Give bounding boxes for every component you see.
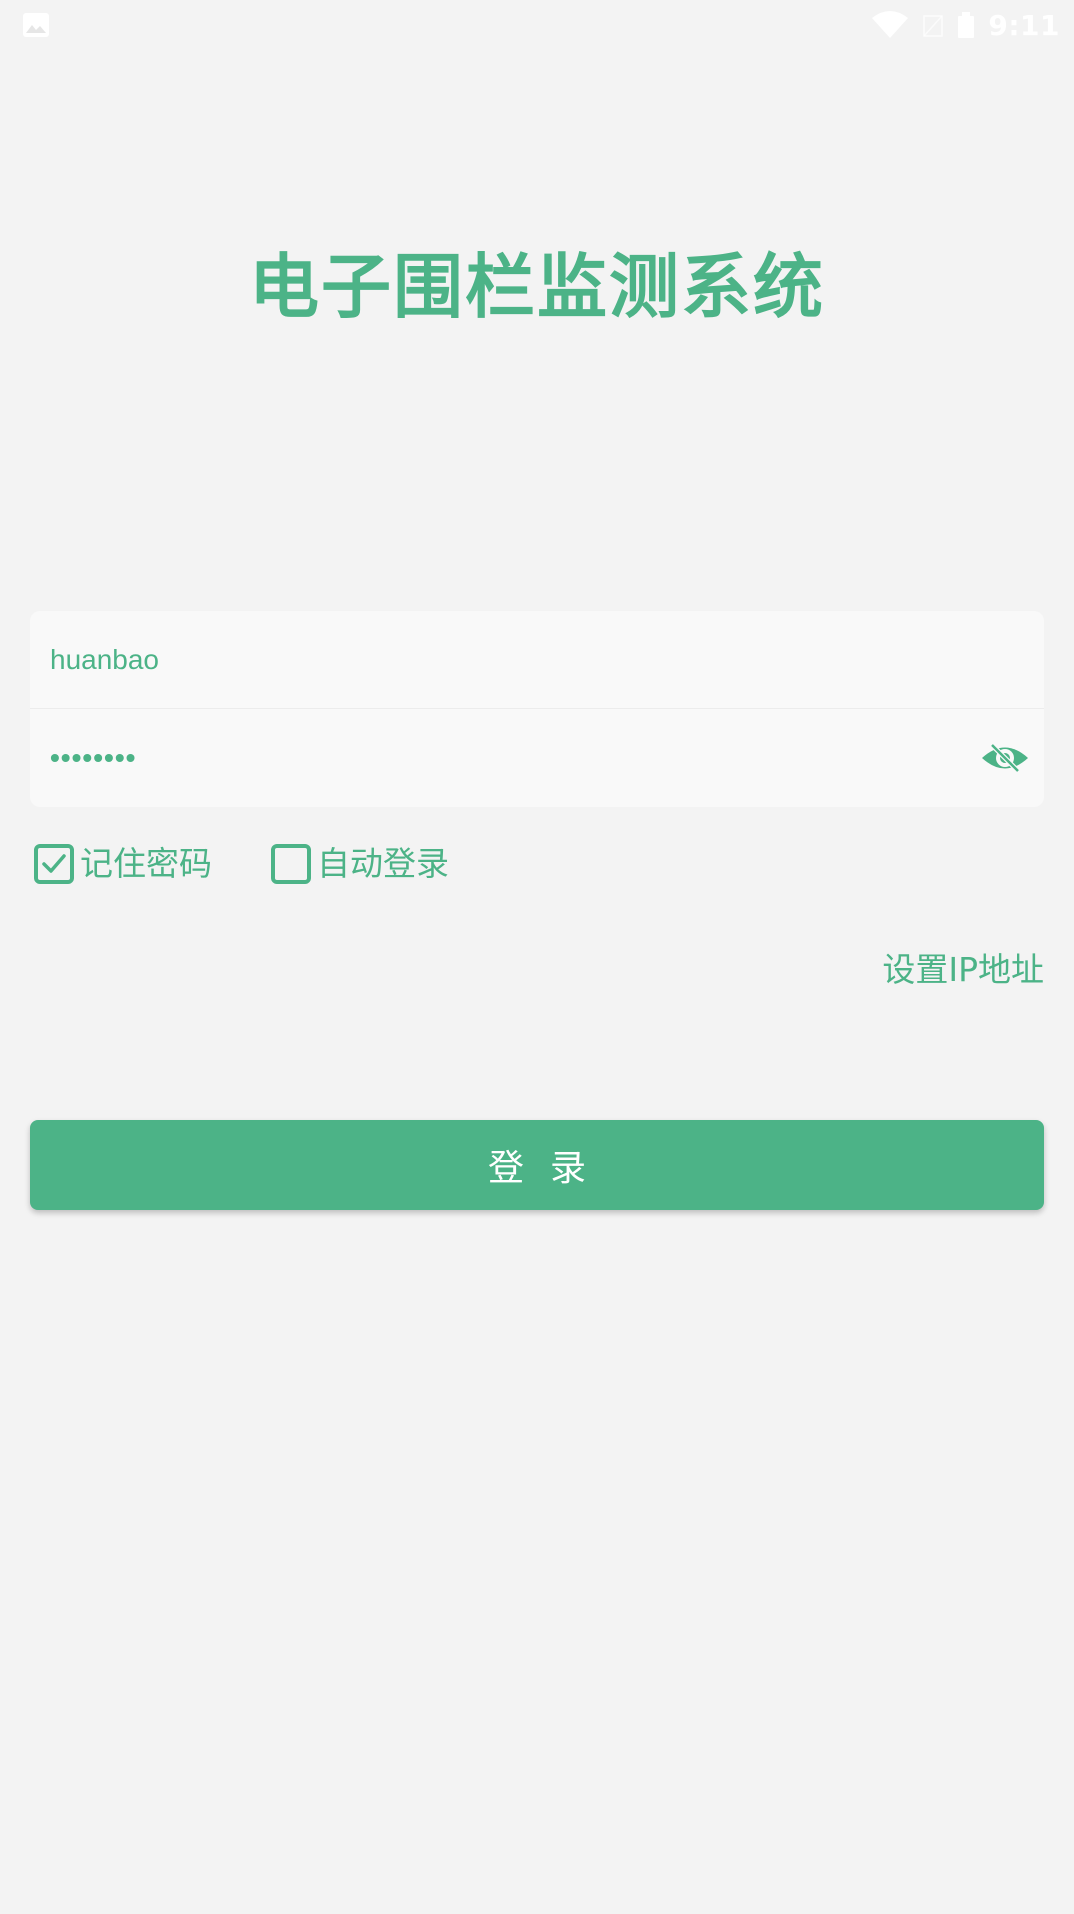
- password-row: ••••••••: [30, 709, 1044, 807]
- no-signal-icon: [923, 15, 944, 37]
- set-ip-link[interactable]: 设置IP地址: [882, 948, 1044, 992]
- auto-login-checkbox[interactable]: [271, 844, 311, 884]
- remember-password-option[interactable]: 记住密码: [34, 842, 212, 886]
- eye-off-icon[interactable]: [980, 735, 1030, 781]
- login-button[interactable]: 登录: [30, 1120, 1044, 1210]
- auto-login-option[interactable]: 自动登录: [271, 842, 449, 886]
- login-card: ••••••••: [30, 611, 1044, 807]
- status-time: 9:11: [988, 8, 1060, 42]
- checkmark-icon: [42, 854, 66, 873]
- username-field[interactable]: [50, 629, 950, 690]
- battery-icon: [958, 12, 975, 38]
- password-field[interactable]: ••••••••: [50, 728, 950, 788]
- login-screen: 9:11 电子围栏监测系统 •••••••• 记住密码: [0, 0, 1074, 1914]
- status-icons: 9:11: [870, 6, 1060, 44]
- status-bar: 9:11: [0, 0, 1074, 50]
- remember-password-checkbox[interactable]: [34, 844, 74, 884]
- remember-password-label: 记住密码: [80, 844, 212, 883]
- auto-login-label: 自动登录: [317, 844, 449, 883]
- app-title: 电子围栏监测系统: [249, 246, 825, 328]
- username-row: [30, 611, 1044, 709]
- wifi-icon: [872, 11, 909, 38]
- gallery-icon: [23, 13, 49, 37]
